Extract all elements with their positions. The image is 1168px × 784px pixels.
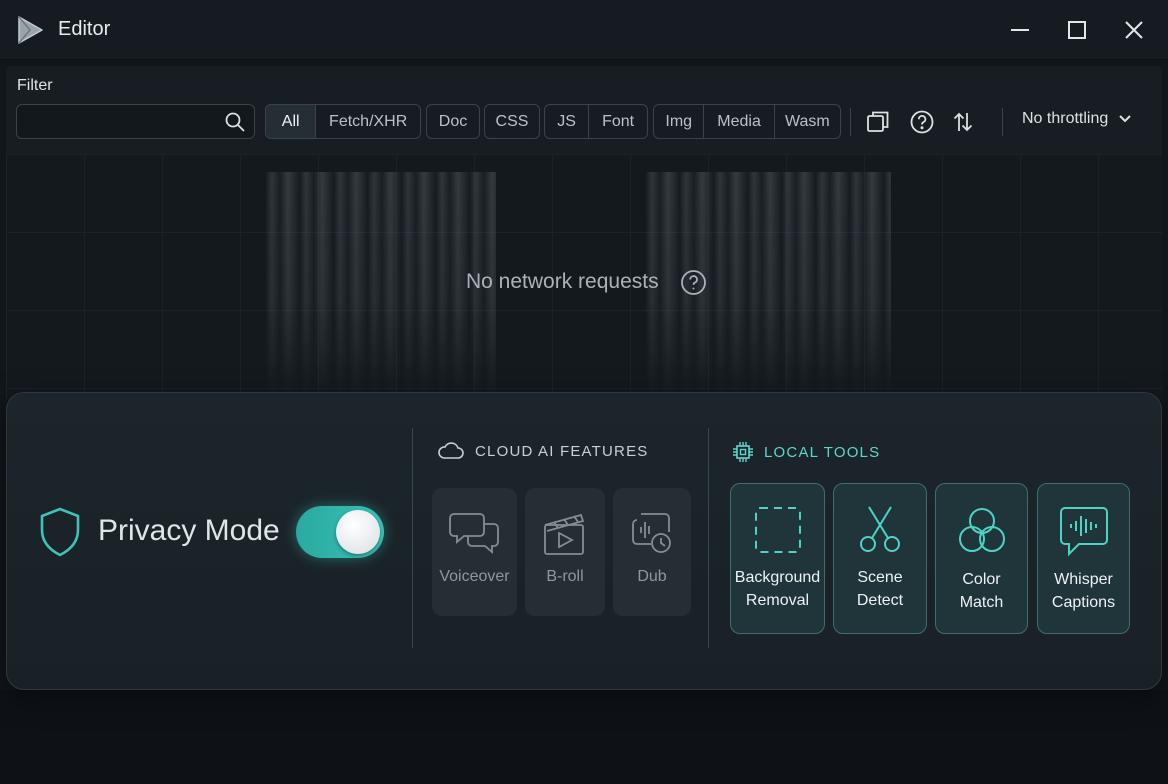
color-circles-icon [958,508,1005,552]
minimize-button[interactable] [1005,15,1035,45]
window-title: Editor [58,18,111,40]
maximize-icon [1068,21,1086,39]
copy-window-icon [867,111,889,132]
close-button[interactable] [1119,15,1149,45]
help-icon [910,110,934,134]
section-divider [412,428,413,648]
search-icon[interactable] [224,111,246,133]
tile-label-line: Background [734,569,821,586]
dub-tile[interactable]: Dub [613,488,691,616]
color-match-label: Color Match [936,568,1027,614]
type-filter-group-1: All Fetch/XHR [265,104,421,139]
dashed-selection-icon [754,507,801,553]
background-removal-label: Background Removal [731,566,824,612]
voiceover-label: Voiceover [439,568,510,585]
filter-chip-doc[interactable]: Doc [427,105,479,138]
tile-label-line: Captions [1051,594,1116,611]
filter-input[interactable] [16,104,255,139]
chat-bubbles-icon [448,513,499,554]
up-down-arrows-icon [953,112,973,132]
whisper-captions-tile[interactable]: Whisper Captions [1037,483,1130,634]
cloud-icon [438,442,464,459]
clapperboard-icon [544,513,585,555]
scissors-icon [860,506,900,552]
filter-chip-all[interactable]: All [266,105,317,138]
tile-label-line: Color [962,571,1001,588]
minimize-icon [1011,29,1029,31]
filter-label: Filter [17,77,53,94]
empty-state-message: No network requests [466,270,659,293]
dub-label: Dub [637,568,667,585]
section-divider-2 [708,428,709,648]
toggle-knob [336,510,380,554]
throttling-select[interactable]: No throttling [1022,110,1132,128]
cloud-section-header: CLOUD AI FEATURES [437,441,648,461]
toolbar-divider-2 [1002,108,1003,136]
local-section-title: LOCAL TOOLS [764,443,881,461]
status-area [0,690,1168,784]
filter-chip-img[interactable]: Img [654,105,705,138]
waveform-bubble-icon [1059,507,1108,557]
type-filter-group-4: JS Font [544,104,648,139]
tile-label-line: Match [959,594,1004,611]
play-logo-icon [18,16,43,44]
shield-icon [40,507,80,557]
filter-chip-js[interactable]: JS [545,105,590,138]
chevron-down-icon [1119,115,1131,123]
b-roll-label: B-roll [546,568,584,585]
filter-chip-fetch-xhr[interactable]: Fetch/XHR [316,105,420,138]
toolbar-divider [850,108,851,136]
filter-chip-media[interactable]: Media [704,105,775,138]
throttling-value: No throttling [1022,110,1109,127]
privacy-mode-label: Privacy Mode [98,514,280,547]
filter-chip-css[interactable]: CSS [485,105,539,138]
dub-icon [632,513,671,553]
waterfall-left [266,172,496,399]
color-match-tile[interactable]: Color Match [935,483,1028,634]
import-export-button[interactable] [949,108,977,136]
type-filter-group-5: Img Media Wasm [653,104,841,139]
maximize-button[interactable] [1062,15,1092,45]
help-icon[interactable] [680,269,707,296]
privacy-mode-toggle[interactable] [296,506,384,558]
close-icon [1125,21,1143,39]
tile-label-line: Detect [856,592,904,609]
filter-chip-wasm[interactable]: Wasm [775,105,840,138]
tile-label-line: Scene [857,569,903,586]
screenshot-button[interactable] [864,108,892,136]
filter-chip-font[interactable]: Font [589,105,647,138]
scene-detect-tile[interactable]: Scene Detect [833,483,927,634]
voiceover-tile[interactable]: Voiceover [432,488,517,616]
local-section-header: LOCAL TOOLS [732,441,880,463]
background-removal-tile[interactable]: Background Removal [730,483,825,634]
b-roll-tile[interactable]: B-roll [525,488,605,616]
scene-detect-label: Scene Detect [834,566,926,612]
help-button[interactable] [908,108,936,136]
tile-label-line: Removal [745,592,810,609]
tile-label-line: Whisper [1054,571,1113,588]
whisper-captions-label: Whisper Captions [1038,568,1129,614]
type-filter-group-2: Doc [426,104,480,139]
title-bar: Editor [0,0,1168,60]
type-filter-group-3: CSS [484,104,540,139]
cloud-section-title: CLOUD AI FEATURES [475,442,649,460]
chip-icon [733,442,753,462]
